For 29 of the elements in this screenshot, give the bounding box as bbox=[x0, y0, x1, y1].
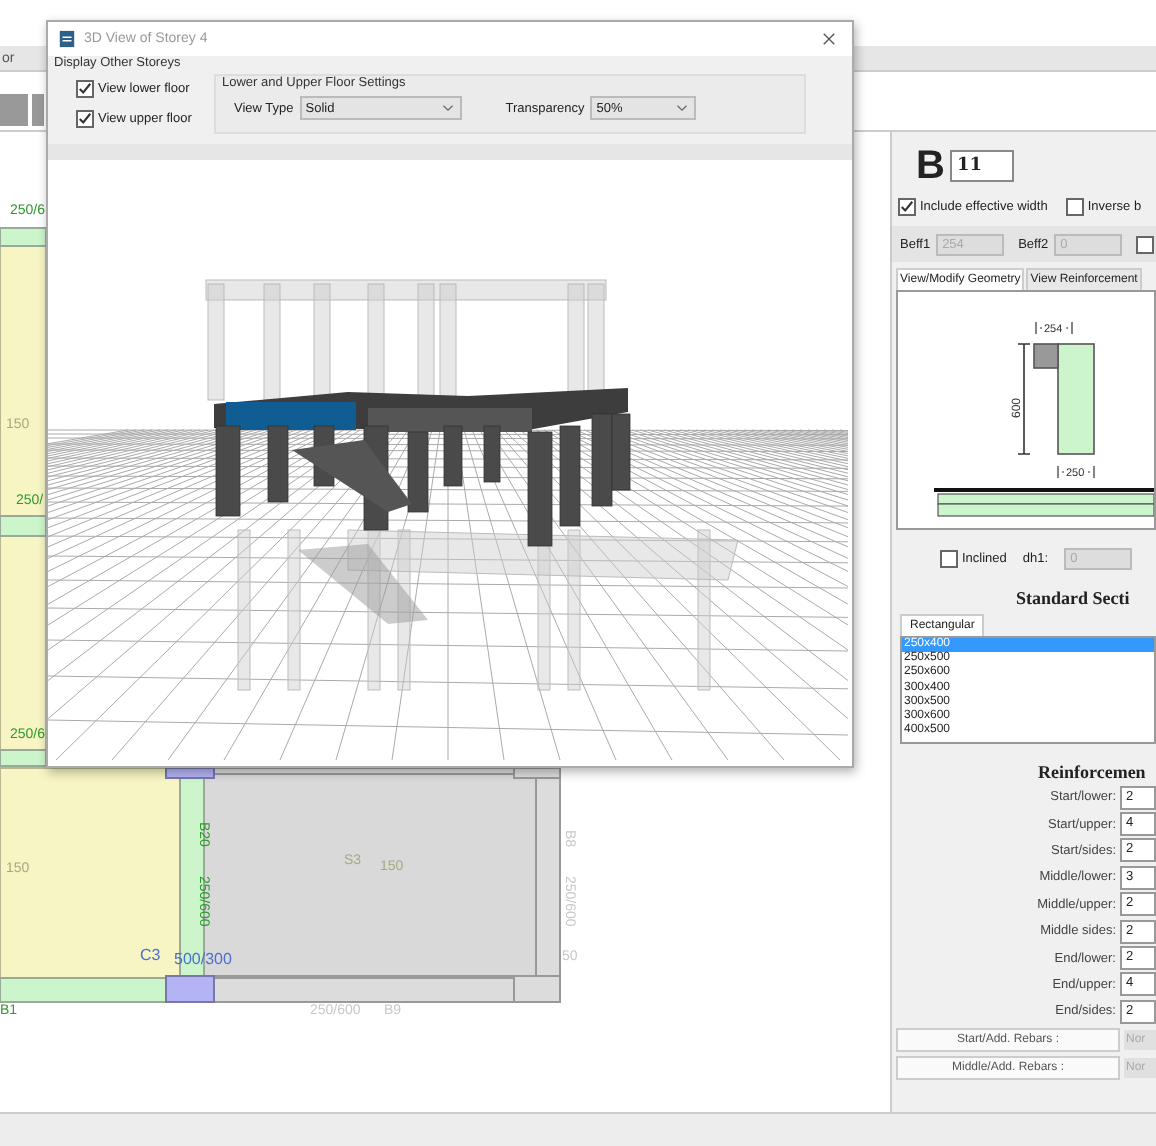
checkbox[interactable] bbox=[76, 80, 94, 98]
dimension-tick bbox=[1087, 465, 1095, 479]
close-icon[interactable] bbox=[822, 32, 836, 46]
checkbox[interactable] bbox=[76, 110, 94, 128]
checkbox[interactable] bbox=[940, 549, 958, 567]
flange bbox=[1033, 343, 1059, 369]
column bbox=[513, 975, 561, 1003]
checkbox[interactable] bbox=[1065, 197, 1084, 215]
plan-label: 500/300 bbox=[174, 952, 232, 968]
beam bbox=[0, 227, 47, 247]
caret-icon bbox=[441, 104, 454, 112]
dimension-line bbox=[1017, 343, 1031, 455]
checkbox[interactable] bbox=[1136, 235, 1155, 253]
dimension-tick bbox=[1065, 321, 1073, 335]
caret-icon bbox=[676, 104, 689, 112]
dimension-tick bbox=[1035, 321, 1043, 335]
beam-type-label: B bbox=[916, 146, 945, 186]
plan-label: C3 bbox=[140, 948, 161, 964]
dimension-tick bbox=[1057, 465, 1065, 479]
section-heading: Standard Secti bbox=[1014, 588, 1132, 608]
column bbox=[165, 767, 215, 779]
column bbox=[513, 767, 561, 779]
beam bbox=[0, 515, 47, 537]
beam-web bbox=[1057, 343, 1095, 455]
beam-number-field[interactable]: 11 bbox=[950, 150, 1015, 182]
section-heading: Reinforcemen bbox=[1036, 762, 1148, 782]
column bbox=[165, 975, 215, 1003]
checkbox[interactable] bbox=[898, 197, 916, 215]
document-icon bbox=[58, 30, 76, 48]
